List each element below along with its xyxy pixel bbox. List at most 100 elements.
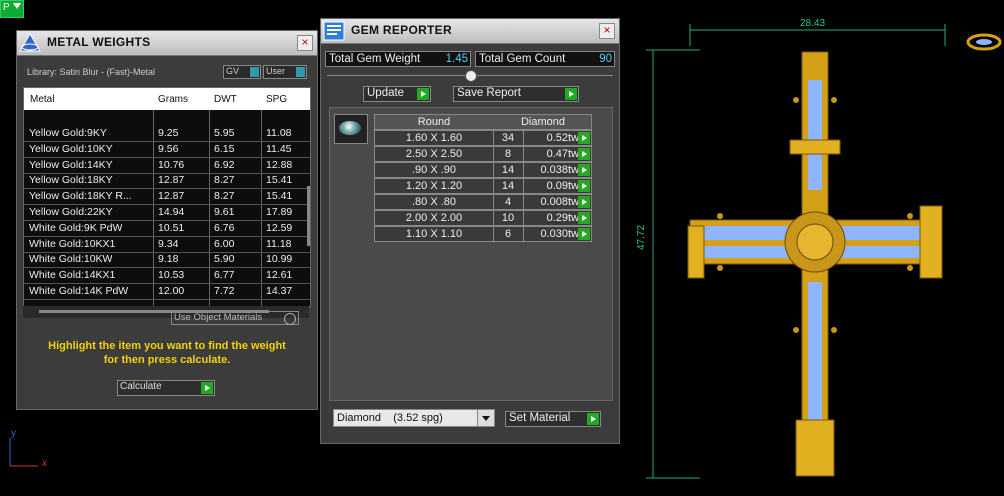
table-row[interactable]: Yellow Gold:10KY 9.56 6.15 11.45 (24, 142, 310, 158)
table-cell: 6.77 (214, 269, 235, 282)
gem-row[interactable]: .80 X .80 4 0.008tw (374, 194, 592, 210)
user-toggle[interactable]: User (263, 65, 307, 79)
vertical-scrollbar[interactable] (307, 186, 310, 246)
table-cell: White Gold:9K PdW (29, 221, 123, 234)
chevron-down-icon (13, 3, 21, 9)
play-icon[interactable] (578, 148, 590, 160)
metal-table: Metal Grams DWT SPG Yellow Gold:9KY 9.25 5… (23, 87, 311, 307)
play-icon[interactable] (578, 228, 590, 240)
radio-icon (284, 313, 296, 325)
gem-row[interactable]: .90 X .90 14 0.038tw (374, 162, 592, 178)
height-dimension: 47.72 (636, 224, 647, 250)
table-cell: 11.18 (266, 237, 292, 250)
set-material-button[interactable]: Set Material (505, 411, 601, 427)
table-cell: 12.88 (266, 158, 293, 171)
table-row[interactable]: Yellow Gold:14KY 10.76 6.92 12.88 (24, 158, 310, 174)
gem-cell: 34 (501, 132, 515, 144)
table-row[interactable]: White Gold:10KX1 9.34 6.00 11.18 (24, 237, 310, 253)
table-row[interactable]: White Gold:10KW 9.18 5.90 10.99 (24, 252, 310, 269)
user-label: User (266, 66, 286, 76)
save-report-button[interactable]: Save Report (453, 86, 579, 102)
table-cell: Yellow Gold:10KY (29, 142, 113, 155)
total-gem-weight-field: Total Gem Weight 1.45 (325, 51, 471, 67)
table-cell: Yellow Gold:18KY R... (29, 190, 132, 203)
table-cell: Yellow Gold:14KY (29, 158, 113, 171)
table-row[interactable]: White Gold:14KX1 10.53 6.77 12.61 (24, 268, 310, 285)
hint-text: Highlight the item you want to find the … (27, 339, 307, 367)
update-label: Update (367, 87, 405, 99)
table-row[interactable]: Yellow Gold:22KY 14.94 9.61 17.89 (24, 205, 310, 221)
gem-row[interactable]: 1.20 X 1.20 14 0.09tw (374, 178, 592, 194)
gem-row[interactable]: 2.00 X 2.00 10 0.29tw (374, 210, 592, 226)
table-row[interactable]: White Gold:14K PdW 12.00 7.72 14.37 (24, 284, 310, 300)
table-cell: 12.59 (266, 221, 293, 234)
table-cell: 15.41 (266, 174, 293, 187)
gem-cell: 0.47tw (546, 148, 579, 160)
gem-row[interactable]: 1.60 X 1.60 34 0.52tw (374, 130, 592, 146)
gv-label: GV (226, 66, 240, 76)
gem-row[interactable]: 2.50 X 2.50 8 0.47tw (374, 146, 592, 162)
play-icon[interactable] (578, 180, 590, 192)
table-row[interactable]: White Gold:9K PdW 10.51 6.76 12.59 (24, 221, 310, 237)
chevron-down-icon (477, 410, 494, 426)
table-row[interactable]: Yellow Gold:18KY 12.87 8.27 15.41 (24, 173, 310, 190)
table-cell: Yellow Gold:9KY (29, 127, 107, 139)
column-header-material: Diamond (520, 116, 566, 128)
gv-toggle[interactable]: GV (223, 65, 261, 79)
table-header: Metal Grams DWT SPG (24, 88, 310, 110)
hint-line-2: for then press calculate. (103, 354, 231, 366)
gem-cell: 1.20 X 1.20 (405, 180, 463, 192)
table-cell: White Gold:14K PdW (29, 285, 129, 297)
axis-y-label: y (11, 428, 16, 439)
play-icon[interactable] (578, 132, 590, 144)
table-cell: 14.37 (266, 285, 293, 297)
save-report-label: Save Report (457, 87, 521, 99)
table-cell: 9.56 (158, 142, 179, 155)
gem-cell: 8 (504, 148, 512, 160)
gem-cell: 0.038tw (540, 164, 579, 176)
gem-table-header: Round Diamond (374, 114, 592, 130)
toggle-icon (296, 67, 305, 77)
metal-weights-titlebar[interactable]: METAL WEIGHTS × (17, 31, 317, 56)
table-row[interactable]: Yellow Gold:9KY 9.25 5.95 11.08 (24, 126, 310, 142)
play-icon[interactable] (578, 212, 590, 224)
column-header-metal[interactable]: Metal (30, 94, 54, 105)
update-button[interactable]: Update (363, 86, 431, 102)
table-cell: 12.87 (158, 190, 185, 203)
calculate-button[interactable]: Calculate (117, 380, 215, 396)
table-cell: White Gold:10KX1 (29, 237, 116, 250)
column-header-spg[interactable]: SPG (266, 94, 287, 105)
use-object-materials-checkbox[interactable]: Use Object Materials (171, 311, 299, 325)
table-cell: 12.00 (158, 285, 185, 297)
slider-knob[interactable] (465, 70, 477, 82)
play-icon[interactable] (578, 164, 590, 176)
table-cell: 7.72 (214, 285, 235, 297)
column-header-dwt[interactable]: DWT (214, 94, 237, 105)
report-logo-icon (323, 21, 345, 41)
material-select[interactable]: Diamond (3.52 spg) (333, 409, 495, 427)
gem-cell: 0.030tw (540, 228, 579, 240)
calculate-label: Calculate (120, 381, 162, 392)
toggle-icon (250, 67, 259, 77)
gem-reporter-titlebar[interactable]: GEM REPORTER × (321, 19, 619, 44)
viewport-canvas[interactable] (620, 0, 1004, 496)
table-cell: 11.08 (266, 127, 292, 139)
table-cell: 14.94 (158, 206, 185, 218)
play-icon[interactable] (578, 196, 590, 208)
gem-row[interactable]: 1.10 X 1.10 6 0.030tw (374, 226, 592, 242)
gem-cell: .80 X .80 (411, 196, 457, 208)
close-icon[interactable]: × (297, 35, 313, 51)
column-header-grams[interactable]: Grams (158, 94, 188, 105)
splitter-slider[interactable] (327, 70, 613, 82)
total-gem-weight-value: 1.45 (445, 53, 468, 65)
viewport-menu-tab[interactable]: P (0, 0, 24, 18)
table-row[interactable]: Yellow Gold:18KY R... 12.87 8.27 15.41 (24, 189, 310, 206)
table-cell: 6.15 (214, 142, 235, 155)
play-icon (565, 88, 577, 100)
table-cell: 10.76 (158, 158, 185, 171)
gem-cell: 2.50 X 2.50 (405, 148, 463, 160)
hint-line-1: Highlight the item you want to find the … (48, 340, 286, 352)
table-cell: 9.61 (214, 206, 235, 218)
close-icon[interactable]: × (599, 23, 615, 39)
use-object-materials-label: Use Object Materials (174, 312, 263, 323)
